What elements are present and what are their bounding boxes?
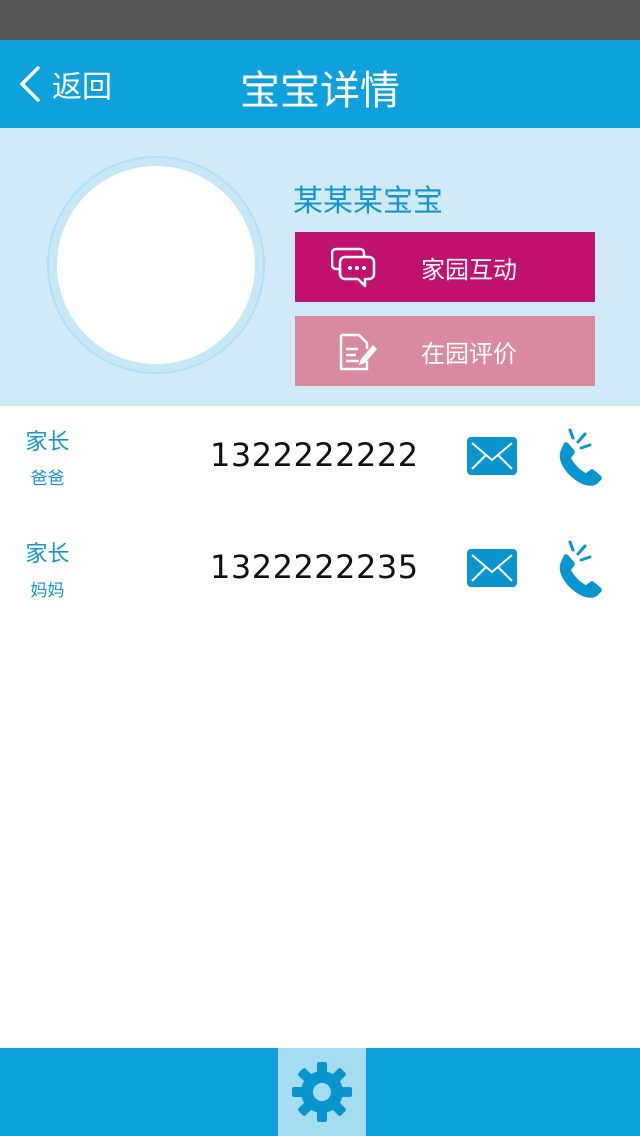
contact-role: 家长 <box>25 430 70 455</box>
envelope-icon[interactable] <box>466 436 518 476</box>
contact-role: 家长 <box>25 542 70 567</box>
tab-bar <box>0 1048 640 1136</box>
contact-row: 家长 爸爸 1322222222 <box>0 404 640 516</box>
settings-tab[interactable] <box>278 1048 366 1136</box>
phone-ringing-icon[interactable] <box>555 428 605 486</box>
contact-relation: 爸爸 <box>30 469 65 489</box>
envelope-icon[interactable] <box>466 548 518 588</box>
interact-label: 家园互动 <box>421 255 517 284</box>
home-school-interaction-button[interactable]: 家园互动 <box>295 232 595 302</box>
phone-ringing-icon[interactable] <box>555 540 605 598</box>
child-name: 某某某宝宝 <box>293 184 443 219</box>
chat-bubbles-icon <box>331 247 376 288</box>
nav-bar: 返回 宝宝详情 <box>0 40 640 128</box>
gear-icon <box>292 1062 352 1122</box>
avatar[interactable] <box>57 166 255 364</box>
evaluate-label: 在园评价 <box>421 339 517 368</box>
contact-phone: 1322222235 <box>210 548 419 586</box>
document-pen-icon <box>339 333 377 371</box>
contact-row: 家长 妈妈 1322222235 <box>0 516 640 628</box>
profile-header: 某某某宝宝 家园互动 在园评价 <box>0 128 640 406</box>
contact-relation: 妈妈 <box>30 581 65 601</box>
status-bar <box>0 0 640 40</box>
evaluation-button[interactable]: 在园评价 <box>295 316 595 386</box>
contact-phone: 1322222222 <box>210 436 419 474</box>
page-title: 宝宝详情 <box>240 68 400 114</box>
